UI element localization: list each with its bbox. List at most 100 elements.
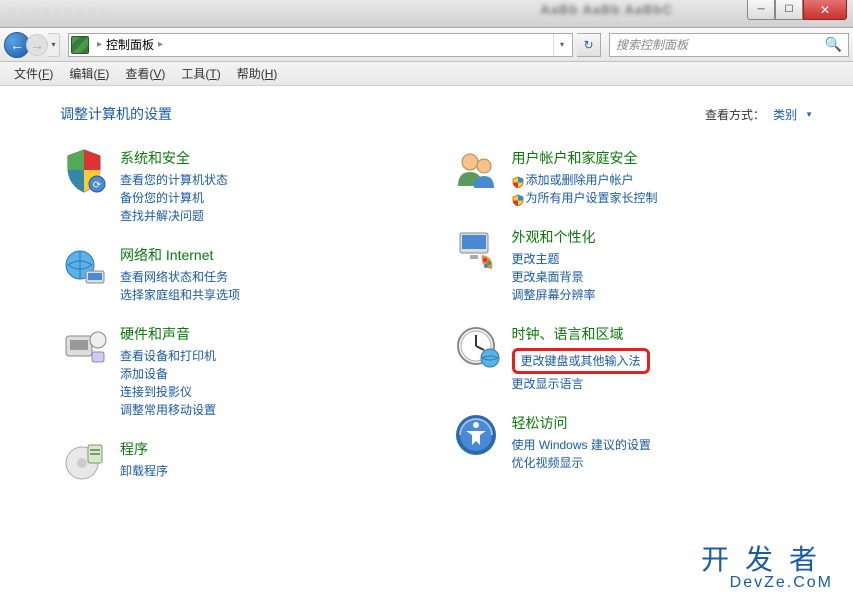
navigation-bar: ← → ▾ ▸ 控制面板 ▸ ▾ ↻ 搜索控制面板 🔍 [0,28,853,62]
category-icon[interactable] [452,411,500,459]
category-title[interactable]: 外观和个性化 [512,227,596,247]
menu-h[interactable]: 帮助(H) [229,65,286,82]
breadcrumb-sep: ▸ [97,39,102,50]
category-title[interactable]: 轻松访问 [512,413,651,433]
link-text: 更改显示语言 [512,377,584,391]
shield-icon [512,193,524,205]
address-bar[interactable]: ▸ 控制面板 ▸ ▾ [68,33,573,57]
category-icon[interactable] [452,225,500,273]
category: 时钟、语言和区域更改键盘或其他输入法更改显示语言 [452,322,814,393]
window-controls: ─ ☐ ✕ [747,0,847,20]
link-text: 调整屏幕分辨率 [512,288,596,302]
link-text: 添加或删除用户帐户 [526,173,634,187]
history-dropdown[interactable]: ▾ [48,33,60,57]
category-link[interactable]: 查看设备和打印机 [120,347,216,365]
view-mode[interactable]: 查看方式： 类别 ▼ [705,106,813,123]
link-text: 更改主题 [512,252,560,266]
category: 硬件和声音查看设备和打印机添加设备连接到投影仪调整常用移动设置 [60,322,422,419]
link-text: 调整常用移动设置 [120,403,216,417]
category-title[interactable]: 系统和安全 [120,148,228,168]
control-panel-icon [71,36,89,54]
menu-bar: 文件(F)编辑(E)查看(V)工具(T)帮助(H) [0,62,853,86]
category-title[interactable]: 网络和 Internet [120,245,240,265]
search-icon[interactable]: 🔍 [825,36,842,53]
category: 网络和 Internet 查看网络状态和任务选择家庭组和共享选项 [60,243,422,304]
category-link[interactable]: 更改主题 [512,250,596,268]
search-placeholder: 搜索控制面板 [616,36,825,53]
content-area: 调整计算机的设置 查看方式： 类别 ▼ ⟳ 系统和安全查看您的计算机状态备份您的计… [0,86,853,600]
category-link[interactable]: 更改显示语言 [512,375,650,393]
category-link[interactable]: 为所有用户设置家长控制 [512,189,658,207]
link-text: 卸载程序 [120,464,168,478]
link-text: 查看设备和打印机 [120,349,216,363]
category-title[interactable]: 硬件和声音 [120,324,216,344]
category-link[interactable]: 查看网络状态和任务 [120,268,240,286]
category-title[interactable]: 程序 [120,439,168,459]
category-icon[interactable] [452,322,500,370]
nav-history-group: ← → ▾ [4,32,60,58]
chevron-down-icon: ▼ [805,110,813,119]
breadcrumb-location[interactable]: 控制面板 [106,36,154,53]
arrow-right-icon: → [30,37,44,53]
category-icon[interactable] [60,243,108,291]
refresh-button[interactable]: ↻ [577,33,601,57]
link-text: 查看网络状态和任务 [120,270,228,284]
arrow-left-icon: ← [10,37,24,53]
chevron-down-icon: ▾ [560,40,564,49]
category-icon[interactable] [60,437,108,485]
category-link[interactable]: 使用 Windows 建议的设置 [512,436,651,454]
category-column-right: 用户帐户和家庭安全添加或删除用户帐户为所有用户设置家长控制外观和个性化更改主题更… [452,146,814,503]
refresh-icon: ↻ [583,38,593,52]
link-text: 为所有用户设置家长控制 [526,191,658,205]
breadcrumb-sep: ▸ [158,39,163,50]
category: 外观和个性化更改主题更改桌面背景调整屏幕分辨率 [452,225,814,304]
link-text: 更改桌面背景 [512,270,584,284]
link-text: 查看您的计算机状态 [120,173,228,187]
category-link[interactable]: 查看您的计算机状态 [120,171,228,189]
category: 用户帐户和家庭安全添加或删除用户帐户为所有用户设置家长控制 [452,146,814,207]
category: 程序卸载程序 [60,437,422,485]
category: ⟳ 系统和安全查看您的计算机状态备份您的计算机查找并解决问题 [60,146,422,225]
category-link[interactable]: 调整屏幕分辨率 [512,286,596,304]
menu-f[interactable]: 文件(F) [6,65,61,82]
search-box[interactable]: 搜索控制面板 🔍 [609,33,849,57]
category-link[interactable]: 连接到投影仪 [120,383,216,401]
category-icon[interactable] [60,322,108,370]
menu-e[interactable]: 编辑(E) [61,65,117,82]
category-title[interactable]: 用户帐户和家庭安全 [512,148,658,168]
titlebar: · · · · · · · · · AaBb AaBb AaBbC ─ ☐ ✕ [0,0,853,28]
minimize-button[interactable]: ─ [747,0,775,20]
link-text: 查找并解决问题 [120,209,204,223]
menu-v[interactable]: 查看(V) [117,65,173,82]
category-link[interactable]: 调整常用移动设置 [120,401,216,419]
category-link[interactable]: 添加或删除用户帐户 [512,171,658,189]
link-text: 优化视频显示 [512,456,584,470]
link-text: 选择家庭组和共享选项 [120,288,240,302]
category-link[interactable]: 添加设备 [120,365,216,383]
maximize-button[interactable]: ☐ [775,0,803,20]
shield-icon [512,175,524,187]
category-link[interactable]: 更改键盘或其他输入法 [521,352,641,370]
category-link[interactable]: 选择家庭组和共享选项 [120,286,240,304]
titlebar-blur-right: AaBb AaBb AaBbC [541,2,674,17]
menu-t[interactable]: 工具(T) [173,65,228,82]
watermark-cn: 开发者 [701,538,833,578]
category-link[interactable]: 卸载程序 [120,462,168,480]
forward-button: → [26,34,48,56]
highlighted-link[interactable]: 更改键盘或其他输入法 [512,348,650,374]
close-button[interactable]: ✕ [803,0,847,20]
content-header: 调整计算机的设置 查看方式： 类别 ▼ [60,104,813,124]
category-link[interactable]: 备份您的计算机 [120,189,228,207]
link-text: 更改键盘或其他输入法 [521,354,641,368]
address-dropdown[interactable]: ▾ [553,34,570,56]
category: 轻松访问使用 Windows 建议的设置优化视频显示 [452,411,814,472]
svg-text:⟳: ⟳ [93,180,102,191]
category-icon[interactable] [452,146,500,194]
category-icon[interactable]: ⟳ [60,146,108,194]
category-column-left: ⟳ 系统和安全查看您的计算机状态备份您的计算机查找并解决问题网络和 Interne… [60,146,422,503]
category-title[interactable]: 时钟、语言和区域 [512,324,650,344]
category-link[interactable]: 优化视频显示 [512,454,651,472]
category-link[interactable]: 更改桌面背景 [512,268,596,286]
category-link[interactable]: 查找并解决问题 [120,207,228,225]
view-mode-value: 类别 [773,106,797,123]
